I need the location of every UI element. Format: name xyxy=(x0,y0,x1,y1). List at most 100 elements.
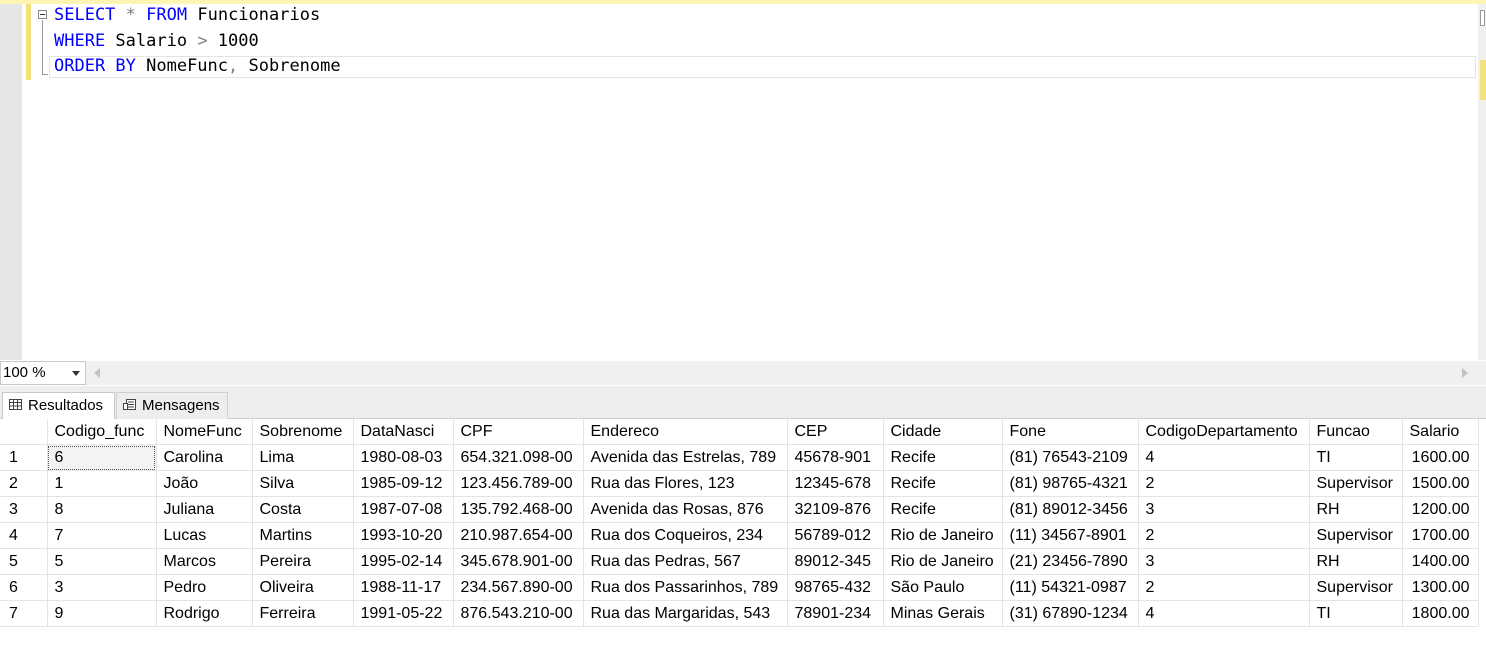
table-cell[interactable]: Oliveira xyxy=(252,574,354,601)
table-cell[interactable]: (11) 54321-0987 xyxy=(1002,574,1139,601)
table-cell[interactable]: TI xyxy=(1309,444,1403,471)
table-cell[interactable]: Pereira xyxy=(252,548,354,575)
table-cell[interactable]: Recife xyxy=(883,496,1003,523)
table-cell[interactable]: Marcos xyxy=(156,548,253,575)
table-cell[interactable]: (11) 34567-8901 xyxy=(1002,522,1139,549)
table-cell[interactable]: 98765-432 xyxy=(787,574,884,601)
table-cell[interactable]: (31) 67890-1234 xyxy=(1002,600,1139,627)
column-header[interactable]: Endereco xyxy=(583,419,788,445)
table-cell[interactable]: Recife xyxy=(883,444,1003,471)
table-cell[interactable]: 1991-05-22 xyxy=(353,600,454,627)
editor-horizontal-scrollbar[interactable] xyxy=(86,361,1486,385)
table-cell[interactable]: Rio de Janeiro xyxy=(883,548,1003,575)
table-cell[interactable]: 5 xyxy=(47,548,157,575)
table-cell[interactable]: Rua das Flores, 123 xyxy=(583,470,788,497)
table-cell[interactable]: 3 xyxy=(47,574,157,601)
table-cell[interactable]: 135.792.468-00 xyxy=(453,496,584,523)
editor-vertical-scrollbar[interactable] xyxy=(1478,4,1486,360)
code-line[interactable]: ORDER BY NomeFunc, Sobrenome xyxy=(54,54,341,78)
table-row[interactable]: 5 5 Marcos Pereira 1995-02-14 345.678.901-00 R… xyxy=(0,548,1479,575)
table-cell[interactable]: 1800.00 xyxy=(1402,600,1479,627)
table-row[interactable]: 4 7 Lucas Martins 1993-10-20 210.987.654-00 Ru… xyxy=(0,522,1479,549)
table-cell[interactable]: TI xyxy=(1309,600,1403,627)
collapse-region-icon[interactable] xyxy=(38,10,47,19)
table-cell[interactable]: 234.567.890-00 xyxy=(453,574,584,601)
row-number-cell[interactable]: 6 xyxy=(0,574,48,601)
table-cell[interactable]: 2 xyxy=(1138,470,1310,497)
table-cell[interactable]: 210.987.654-00 xyxy=(453,522,584,549)
table-cell[interactable]: 8 xyxy=(47,496,157,523)
table-cell[interactable]: 2 xyxy=(1138,574,1310,601)
table-cell[interactable]: 1985-09-12 xyxy=(353,470,454,497)
column-header[interactable]: Salario xyxy=(1402,419,1479,445)
table-cell[interactable]: Rua das Margaridas, 543 xyxy=(583,600,788,627)
column-header[interactable]: NomeFunc xyxy=(156,419,253,445)
table-cell[interactable]: 876.543.210-00 xyxy=(453,600,584,627)
table-cell[interactable]: Rio de Janeiro xyxy=(883,522,1003,549)
table-cell[interactable]: 1600.00 xyxy=(1402,444,1479,471)
table-cell[interactable]: Supervisor xyxy=(1309,522,1403,549)
scroll-right-icon[interactable] xyxy=(1462,368,1468,378)
table-cell[interactable]: Juliana xyxy=(156,496,253,523)
column-header[interactable]: Cidade xyxy=(883,419,1003,445)
table-cell[interactable]: Martins xyxy=(252,522,354,549)
table-cell[interactable]: (81) 76543-2109 xyxy=(1002,444,1139,471)
table-cell[interactable]: (81) 89012-3456 xyxy=(1002,496,1139,523)
scroll-left-icon[interactable] xyxy=(94,368,100,378)
table-cell[interactable]: 3 xyxy=(1138,548,1310,575)
table-cell[interactable]: (81) 98765-4321 xyxy=(1002,470,1139,497)
table-cell[interactable]: 3 xyxy=(1138,496,1310,523)
table-cell[interactable]: 654.321.098-00 xyxy=(453,444,584,471)
table-cell[interactable]: 32109-876 xyxy=(787,496,884,523)
table-cell[interactable]: Rodrigo xyxy=(156,600,253,627)
column-header[interactable]: Sobrenome xyxy=(252,419,354,445)
table-cell[interactable]: São Paulo xyxy=(883,574,1003,601)
table-cell[interactable]: Rua dos Coqueiros, 234 xyxy=(583,522,788,549)
table-cell[interactable]: Minas Gerais xyxy=(883,600,1003,627)
tab-messages[interactable]: Mensagens xyxy=(116,392,228,419)
row-number-header[interactable] xyxy=(0,419,48,445)
table-cell[interactable]: Rua das Pedras, 567 xyxy=(583,548,788,575)
table-cell[interactable]: 12345-678 xyxy=(787,470,884,497)
table-row[interactable]: 2 1 João Silva 1985-09-12 123.456.789-00 Rua d… xyxy=(0,470,1479,497)
query-editor[interactable]: SELECT * FROM Funcionarios WHERE Salario… xyxy=(0,0,1486,360)
table-cell[interactable]: 2 xyxy=(1138,522,1310,549)
table-cell[interactable]: 1993-10-20 xyxy=(353,522,454,549)
table-cell[interactable]: Silva xyxy=(252,470,354,497)
code-line[interactable]: SELECT * FROM Funcionarios xyxy=(54,3,320,27)
column-header[interactable]: CodigoDepartamento xyxy=(1138,419,1310,445)
table-cell[interactable]: 1500.00 xyxy=(1402,470,1479,497)
table-cell[interactable]: 1988-11-17 xyxy=(353,574,454,601)
table-cell[interactable]: RH xyxy=(1309,496,1403,523)
table-cell[interactable]: 4 xyxy=(1138,444,1310,471)
table-cell[interactable]: 1400.00 xyxy=(1402,548,1479,575)
table-cell[interactable]: 45678-901 xyxy=(787,444,884,471)
table-cell[interactable]: 78901-234 xyxy=(787,600,884,627)
table-row[interactable]: 1 6 Carolina Lima 1980-08-03 654.321.098-00 Av… xyxy=(0,444,1479,471)
table-cell[interactable]: 345.678.901-00 xyxy=(453,548,584,575)
table-cell[interactable]: Rua dos Passarinhos, 789 xyxy=(583,574,788,601)
table-cell[interactable]: 1987-07-08 xyxy=(353,496,454,523)
row-number-cell[interactable]: 7 xyxy=(0,600,48,627)
table-cell[interactable]: 1980-08-03 xyxy=(353,444,454,471)
table-cell[interactable]: 89012-345 xyxy=(787,548,884,575)
table-cell[interactable]: 4 xyxy=(1138,600,1310,627)
column-header[interactable]: DataNasci xyxy=(353,419,454,445)
table-row[interactable]: 7 9 Rodrigo Ferreira 1991-05-22 876.543.210-0… xyxy=(0,600,1479,627)
table-row[interactable]: 6 3 Pedro Oliveira 1988-11-17 234.567.890-00 R… xyxy=(0,574,1479,601)
code-line[interactable]: WHERE Salario > 1000 xyxy=(54,29,259,53)
zoom-dropdown[interactable]: 100 % xyxy=(0,361,86,385)
table-cell[interactable]: 7 xyxy=(47,522,157,549)
column-header[interactable]: CPF xyxy=(453,419,584,445)
table-cell[interactable]: Lucas xyxy=(156,522,253,549)
table-cell[interactable]: Recife xyxy=(883,470,1003,497)
table-cell[interactable]: 1700.00 xyxy=(1402,522,1479,549)
table-cell[interactable]: (21) 23456-7890 xyxy=(1002,548,1139,575)
table-cell[interactable]: João xyxy=(156,470,253,497)
table-cell[interactable]: 1995-02-14 xyxy=(353,548,454,575)
column-header[interactable]: Fone xyxy=(1002,419,1139,445)
table-cell[interactable]: Avenida das Estrelas, 789 xyxy=(583,444,788,471)
table-cell[interactable]: 9 xyxy=(47,600,157,627)
column-header[interactable]: Funcao xyxy=(1309,419,1403,445)
table-cell[interactable]: Costa xyxy=(252,496,354,523)
